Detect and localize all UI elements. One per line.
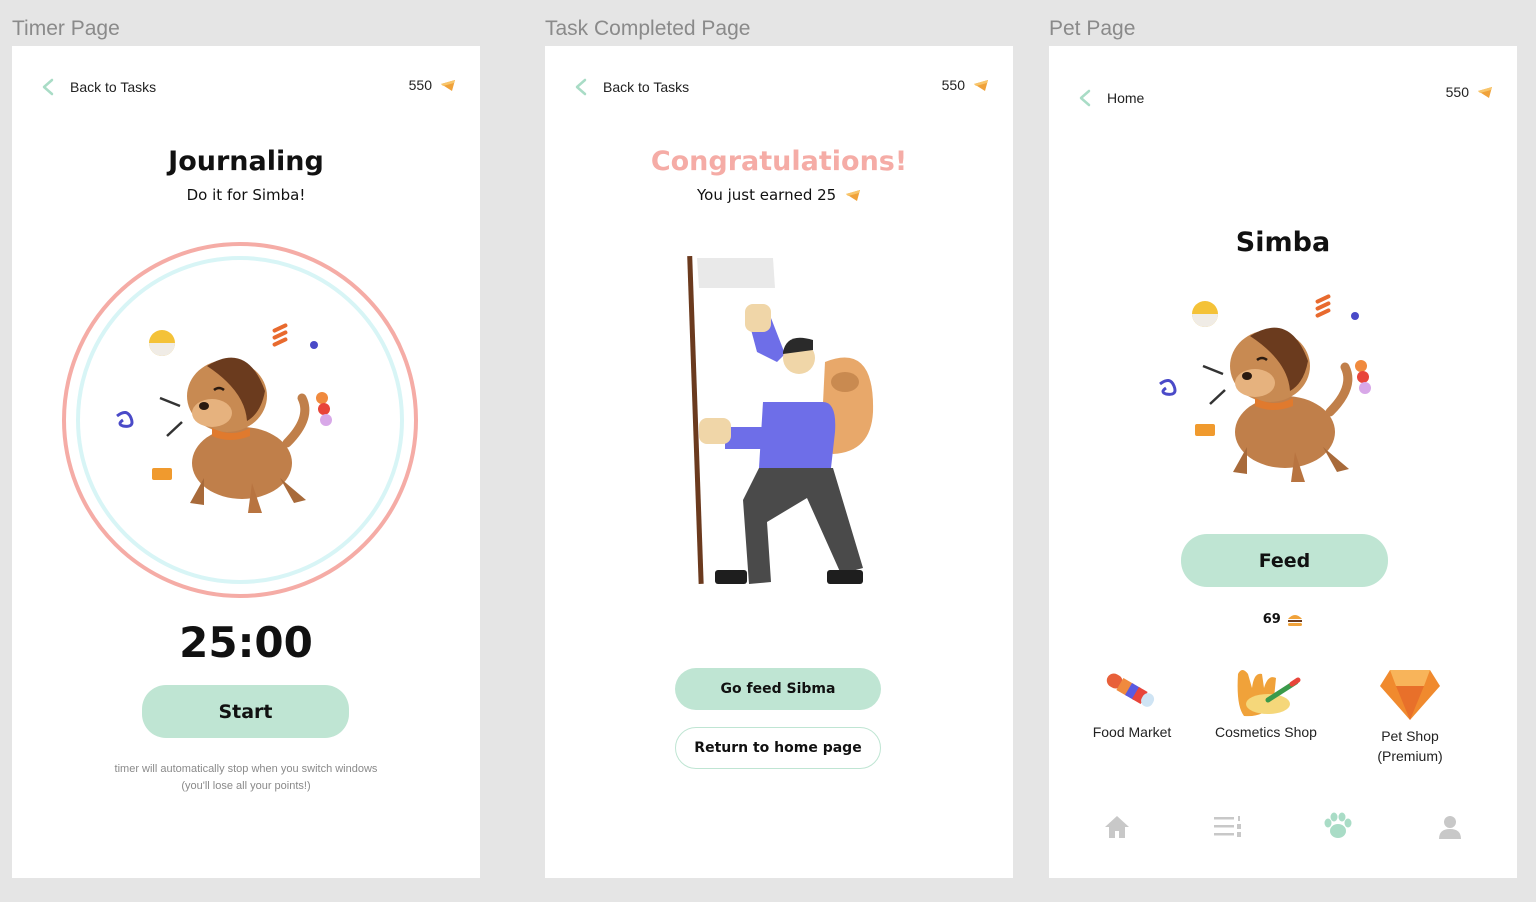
shop-label: Cosmetics Shop [1215, 724, 1317, 740]
shop-label: Food Market [1092, 724, 1172, 740]
cheese-coin-icon [1478, 86, 1492, 98]
pet-shop-premium[interactable]: Pet Shop (Premium) [1355, 664, 1465, 766]
frame-title-timer: Timer Page [12, 17, 120, 40]
frame-title-completed: Task Completed Page [545, 17, 751, 40]
coin-balance: 550 [409, 77, 456, 93]
congratulations-heading: Congratulations! [650, 146, 908, 177]
timer-note-line1: timer will automatically stop when you s… [114, 763, 378, 775]
shop-label-premium: (Premium) [1377, 748, 1443, 764]
food-count: 69 [1262, 612, 1281, 627]
top-bar: Home 550 [1049, 84, 1517, 112]
home-icon[interactable] [1103, 814, 1131, 840]
dog-illustration [1159, 294, 1371, 482]
chevron-left-icon [575, 78, 587, 96]
top-bar: Back to Tasks 550 [545, 77, 1013, 101]
coin-count: 550 [408, 77, 432, 93]
task-subtitle: Do it for Simba! [186, 186, 306, 204]
dog-illustration [116, 323, 332, 513]
start-button[interactable]: Start [142, 685, 349, 738]
top-bar: Back to Tasks 550 [12, 77, 480, 101]
food-market-shop[interactable]: Food Market [1082, 664, 1182, 742]
paw-icon[interactable] [1323, 812, 1353, 840]
cheese-coin-icon [845, 190, 860, 201]
timer-page: Back to Tasks 550 Journaling Do it for S… [12, 46, 480, 878]
back-to-tasks-link[interactable]: Back to Tasks [40, 77, 156, 97]
chevron-left-icon [1079, 89, 1091, 107]
cheese-coin-icon [441, 79, 455, 91]
food-counter: 69 [1049, 612, 1517, 627]
pet-name: Simba [1235, 227, 1331, 258]
coin-balance: 550 [942, 77, 989, 93]
cosmetics-glove-icon [1237, 670, 1301, 717]
coin-balance: 550 [1446, 84, 1493, 100]
feed-button[interactable]: Feed [1181, 534, 1388, 587]
timer-display: 25:00 [179, 618, 313, 667]
back-label: Back to Tasks [603, 79, 690, 95]
candy-icon [1106, 673, 1155, 707]
burger-icon [1288, 614, 1303, 626]
task-title: Journaling [168, 146, 324, 177]
back-label: Home [1107, 90, 1145, 106]
shop-label: Pet Shop [1381, 728, 1439, 744]
cosmetics-shop[interactable]: Cosmetics Shop [1211, 664, 1321, 742]
cheese-coin-icon [974, 79, 988, 91]
user-icon[interactable] [1437, 814, 1463, 840]
go-feed-button[interactable]: Go feed Sibma [675, 668, 881, 710]
back-to-tasks-link[interactable]: Back to Tasks [573, 77, 689, 97]
earned-message: You just earned 25 [545, 186, 1013, 204]
timer-note-line2: (you'll lose all your points!) [181, 780, 311, 792]
return-home-button[interactable]: Return to home page [675, 727, 881, 769]
coin-count: 550 [1445, 84, 1469, 100]
back-label: Back to Tasks [70, 79, 157, 95]
home-link[interactable]: Home [1077, 88, 1144, 108]
pet-page: Home 550 Simba Feed 69 Food Market Cosme… [1049, 46, 1517, 878]
chevron-left-icon [42, 78, 54, 96]
gem-icon [1380, 670, 1440, 720]
list-icon[interactable] [1213, 814, 1243, 840]
frame-title-pet: Pet Page [1049, 17, 1136, 40]
earned-text: You just earned 25 [697, 186, 837, 204]
coin-count: 550 [941, 77, 965, 93]
hiker-flag-illustration [687, 255, 874, 584]
task-completed-page: Back to Tasks 550 Congratulations! You j… [545, 46, 1013, 878]
